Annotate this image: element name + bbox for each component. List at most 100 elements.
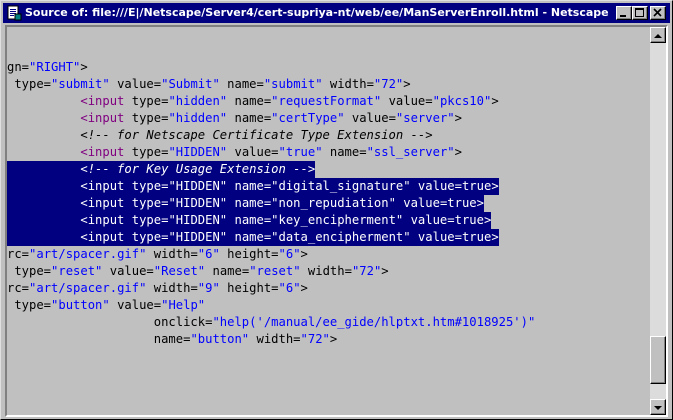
source-token: <input (80, 213, 125, 227)
source-token: "true" (278, 145, 323, 159)
source-token (7, 179, 80, 193)
source-token: width= (146, 281, 198, 295)
netscape-document-icon[interactable] (6, 5, 22, 21)
source-token: "ssl_server" (366, 145, 455, 159)
source-token: "72" (351, 264, 382, 278)
source-token: name= (227, 196, 272, 210)
arrow-up-icon (654, 34, 662, 38)
source-token (7, 94, 80, 108)
source-token: <input (80, 111, 125, 125)
source-token (7, 128, 80, 142)
maximize-button[interactable] (632, 6, 648, 20)
source-line: gn="RIGHT"> (7, 59, 88, 76)
source-token: "digital_signature" (271, 179, 411, 193)
source-token: "HIDDEN" (168, 145, 228, 159)
source-token (7, 196, 80, 210)
close-button[interactable] (650, 6, 666, 20)
source-line: <input type="hidden" name="certType" val… (7, 110, 462, 127)
source-token: name= (227, 94, 272, 108)
source-token: name= (227, 179, 272, 193)
source-line-selected: <input type="HIDDEN" name="key_encipherm… (7, 212, 492, 229)
arrow-down-icon (654, 406, 662, 410)
source-token: value= (381, 94, 433, 108)
source-token: true (447, 196, 477, 210)
title-bar[interactable]: Source of: file:///E|/Netscape/Server4/c… (3, 3, 670, 23)
source-token: "server" (395, 111, 455, 125)
source-token: > (476, 196, 484, 210)
source-token: true (454, 213, 484, 227)
source-token: "submit" (263, 77, 323, 91)
vertical-scrollbar[interactable] (650, 27, 666, 415)
source-token: value= (410, 230, 462, 244)
scroll-down-button[interactable] (650, 399, 666, 415)
source-token: > (403, 77, 411, 91)
source-token: type= (7, 264, 52, 278)
source-token: "HIDDEN" (168, 230, 228, 244)
source-token: type= (124, 94, 169, 108)
source-token: value= (109, 77, 162, 91)
source-token: "art/spacer.gif" (29, 247, 147, 261)
source-token (7, 213, 80, 227)
source-line: type="button" value="Help" (7, 297, 205, 314)
source-token: <!-- for Netscape Certificate Type Exten… (80, 128, 433, 142)
source-token: type= (124, 179, 169, 193)
source-token: "certType" (271, 111, 345, 125)
source-token (7, 162, 80, 176)
source-token: "reset" (51, 264, 103, 278)
source-line-selected: <input type="HIDDEN" name="digital_signa… (7, 178, 499, 195)
source-line-selected: <input type="HIDDEN" name="data_encipher… (7, 229, 499, 246)
source-line: rc="art/spacer.gif" width="9" height="6"… (7, 280, 308, 297)
source-token: > (491, 230, 499, 244)
source-token: "non_repudiation" (271, 196, 396, 210)
source-token: value= (102, 264, 154, 278)
source-token: name= (227, 213, 272, 227)
scroll-up-button[interactable] (650, 27, 666, 43)
source-token: "Submit" (161, 77, 220, 91)
source-token: width= (300, 264, 352, 278)
source-token: <!-- for Key Usage Extension --> (80, 162, 316, 176)
source-token: "HIDDEN" (168, 213, 228, 227)
source-token: gn= (7, 60, 30, 74)
source-line: type="reset" value="Reset" name="reset" … (7, 263, 389, 280)
source-token: true (461, 230, 492, 244)
source-token: true (461, 179, 492, 193)
source-view-pane: gn="RIGHT"> type="submit" value="Submit"… (5, 25, 668, 417)
source-line: <input type="hidden" name="requestFormat… (7, 93, 498, 110)
source-token: > (491, 179, 499, 193)
source-token: <input (80, 94, 125, 108)
source-token: type= (124, 111, 169, 125)
source-token: <input (80, 230, 125, 244)
source-token: name= (227, 111, 272, 125)
source-token: name= (227, 230, 272, 244)
source-token: width= (322, 77, 374, 91)
source-token: > (381, 264, 389, 278)
scroll-thumb[interactable] (650, 335, 666, 384)
source-token: > (454, 111, 462, 125)
source-token: "6" (197, 247, 220, 261)
source-token (7, 230, 80, 244)
source-token: "72" (373, 77, 404, 91)
maximize-icon (635, 8, 644, 17)
source-token: > (483, 213, 492, 227)
source-token: value= (344, 111, 396, 125)
source-line: <!-- for Netscape Certificate Type Exten… (7, 127, 433, 144)
source-line: name="button" width="72"> (7, 331, 337, 348)
source-token (7, 145, 80, 159)
source-token: "help('/manual/ee_gide/hlptxt.htm#101892… (212, 315, 536, 329)
source-token: "data_encipherment" (271, 230, 411, 244)
source-token: width= (249, 332, 301, 346)
source-token: "reset" (249, 264, 301, 278)
source-token: "hidden" (168, 94, 228, 108)
source-token: type= (124, 196, 169, 210)
source-token: height= (219, 247, 279, 261)
source-line: rc="art/spacer.gif" width="6" height="6"… (7, 246, 308, 263)
source-line: <input type="HIDDEN" value="true" name="… (7, 144, 462, 161)
minimize-button[interactable] (616, 6, 632, 20)
source-token: "hidden" (168, 111, 228, 125)
source-token: <input (80, 196, 125, 210)
source-token: > (300, 247, 308, 261)
source-token: value= (410, 179, 462, 193)
source-code-area[interactable]: gn="RIGHT"> type="submit" value="Submit"… (7, 27, 652, 415)
window-title: Source of: file:///E|/Netscape/Server4/c… (25, 6, 609, 19)
source-token: > (80, 60, 88, 74)
